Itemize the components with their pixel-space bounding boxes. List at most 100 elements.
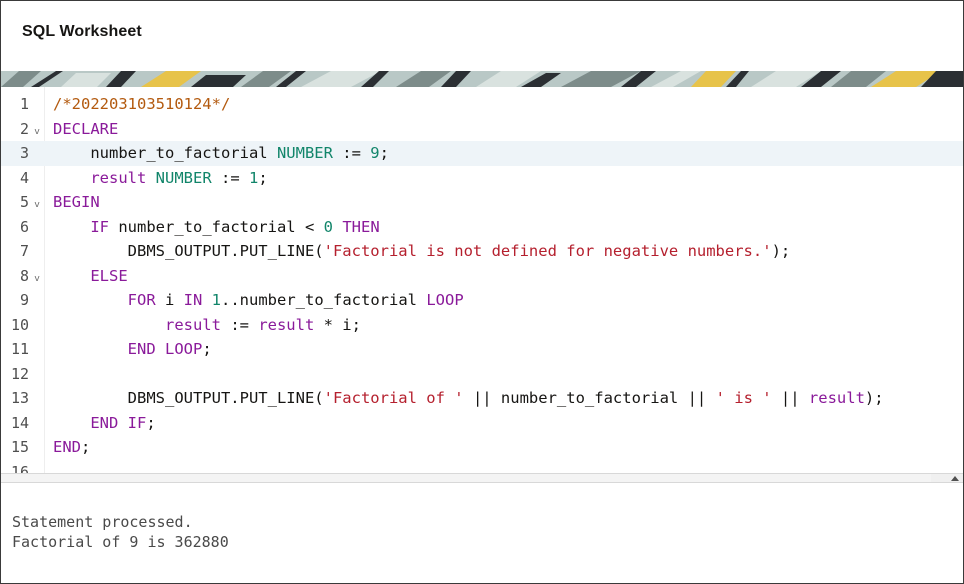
code-token: 0 xyxy=(323,217,333,236)
code-token: IF xyxy=(127,413,147,432)
code-token: number_to_factorial < xyxy=(109,217,324,236)
worksheet-header: SQL Worksheet xyxy=(1,1,963,71)
code-token: DBMS_OUTPUT.PUT_LINE( xyxy=(53,242,324,260)
code-line[interactable]: ELSE xyxy=(45,264,963,289)
code-token: result xyxy=(808,389,865,407)
line-number: 4 xyxy=(19,168,29,187)
horizontal-scrollbar[interactable] xyxy=(1,473,963,483)
code-line[interactable]: DBMS_OUTPUT.PUT_LINE('Factorial of ' || … xyxy=(45,386,963,411)
code-token: FOR xyxy=(127,291,156,309)
scrollbar-thumb[interactable] xyxy=(1,474,931,482)
code-line-text: IF number_to_factorial < 0 THEN xyxy=(53,215,380,240)
line-number: 8 xyxy=(19,266,29,285)
code-line-text: /*202203103510124*/ xyxy=(53,92,230,117)
code-line[interactable]: FOR i IN 1..number_to_factorial LOOP xyxy=(45,288,963,313)
code-token: END xyxy=(90,413,119,432)
code-token: BEGIN xyxy=(53,193,100,211)
output-status-line: Statement processed. xyxy=(12,513,193,531)
line-number: 9 xyxy=(19,291,29,309)
code-token: /*202203103510124*/ xyxy=(53,95,231,113)
line-number: 13 xyxy=(10,389,29,407)
decorative-banner xyxy=(1,71,963,87)
code-line[interactable] xyxy=(45,362,963,387)
code-line-text: result := result * i; xyxy=(53,313,361,338)
code-token: result xyxy=(164,315,221,334)
scroll-up-arrow-icon[interactable] xyxy=(951,476,959,481)
code-token: result xyxy=(258,315,315,334)
code-token: i xyxy=(155,291,184,309)
code-token: IN xyxy=(183,291,203,309)
code-line-text: END; xyxy=(53,435,90,460)
fold-chevron-icon[interactable]: v xyxy=(32,117,42,142)
fold-chevron-icon[interactable]: v xyxy=(32,190,42,215)
code-token: number_to_factorial xyxy=(53,144,277,162)
line-number: 12 xyxy=(10,364,29,383)
code-token: NUMBER xyxy=(155,168,212,187)
code-area[interactable]: /*202203103510124*/ DECLARE number_to_fac… xyxy=(45,87,963,473)
line-number: 15 xyxy=(10,438,29,456)
code-line-text: number_to_factorial NUMBER := 9; xyxy=(53,141,389,166)
code-line[interactable]: END LOOP; xyxy=(45,337,963,362)
code-token: 1 xyxy=(211,291,222,309)
code-token: LOOP xyxy=(165,340,203,358)
code-line[interactable]: result := result * i; xyxy=(45,313,963,338)
output-result-line: Factorial of 9 is 362880 xyxy=(12,533,229,551)
code-token: THEN xyxy=(342,217,380,236)
code-token: NUMBER xyxy=(276,144,333,162)
code-line[interactable]: END IF; xyxy=(45,411,963,436)
code-token: END xyxy=(127,340,156,358)
output-panel: Statement processed. Factorial of 9 is 3… xyxy=(1,483,963,583)
code-token: DECLARE xyxy=(53,119,119,138)
code-line-text: BEGIN xyxy=(53,190,100,215)
code-line-text: FOR i IN 1..number_to_factorial LOOP xyxy=(53,288,464,313)
code-token: 1 xyxy=(249,168,259,187)
code-line[interactable]: result NUMBER := 1; xyxy=(45,166,963,191)
line-number: 10 xyxy=(10,315,29,334)
code-token: || number_to_factorial || xyxy=(463,389,716,407)
code-line[interactable]: DECLARE xyxy=(45,117,963,142)
fold-chevron-icon[interactable]: v xyxy=(32,264,42,289)
code-line[interactable]: BEGIN xyxy=(45,190,963,215)
code-line-text: END LOOP; xyxy=(53,337,212,362)
code-token: * i; xyxy=(314,315,361,334)
code-line-text: DBMS_OUTPUT.PUT_LINE('Factorial of ' || … xyxy=(53,386,884,411)
code-token: ); xyxy=(864,389,884,407)
page-title: SQL Worksheet xyxy=(22,23,142,40)
code-line[interactable]: /*202203103510124*/ xyxy=(45,92,963,117)
code-token: ' is ' xyxy=(715,389,772,407)
line-number: 5 xyxy=(19,193,29,211)
code-line-text: ELSE xyxy=(53,264,127,289)
code-token: ; xyxy=(81,438,91,456)
line-number: 3 xyxy=(1,141,45,166)
code-token: ; xyxy=(258,168,268,187)
sql-worksheet-window: SQL Worksheet 1 2 v 3 4 5 v 6 7 8 v 9 10… xyxy=(0,0,964,584)
line-number: 16 xyxy=(10,462,29,474)
code-line[interactable]: number_to_factorial NUMBER := 9; xyxy=(45,141,963,166)
code-token: ..number_to_factorial xyxy=(221,291,427,309)
line-number: 2 xyxy=(19,119,29,138)
code-token: ; xyxy=(146,413,156,432)
code-token: ); xyxy=(771,242,791,260)
code-line[interactable]: DBMS_OUTPUT.PUT_LINE('Factorial is not d… xyxy=(45,239,963,264)
code-token: END xyxy=(53,438,81,456)
code-line[interactable]: IF number_to_factorial < 0 THEN xyxy=(45,215,963,240)
code-token: DBMS_OUTPUT.PUT_LINE( xyxy=(53,389,324,407)
code-editor[interactable]: 1 2 v 3 4 5 v 6 7 8 v 9 10 11 12 13 14 15 16 /*20220310351… xyxy=(1,87,963,473)
code-line-text: result NUMBER := 1; xyxy=(53,166,268,191)
code-token: 'Factorial of ' xyxy=(323,389,464,407)
line-number: 7 xyxy=(19,242,29,260)
code-token: := xyxy=(332,144,371,162)
line-number: 14 xyxy=(10,413,29,432)
code-token: IF xyxy=(90,217,109,236)
code-line[interactable]: END; xyxy=(45,435,963,460)
code-line[interactable] xyxy=(45,460,963,474)
